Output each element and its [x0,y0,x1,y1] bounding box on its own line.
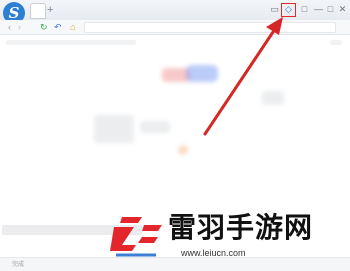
refresh-icon[interactable]: ↻ [40,21,48,33]
browser-tab[interactable] [30,3,46,19]
watermark-logo-icon [110,217,162,257]
highlight-box [281,3,296,17]
back-button[interactable]: ‹ [8,21,11,33]
watermark-url: www.leiucn.com [181,248,246,258]
address-bar[interactable] [84,22,336,33]
window-restore-icon[interactable]: □ [298,3,311,16]
close-icon[interactable]: ✕ [336,3,349,16]
home-icon[interactable]: ⌂ [70,21,75,33]
content-blob [178,145,188,155]
navigation-toolbar: ‹ › ↻ ↶ ⌂ [0,20,350,35]
undo-icon[interactable]: ↶ [54,21,62,33]
content-blob [186,65,218,82]
content-bar [6,40,136,45]
content-blob [262,91,284,105]
status-text: 完成 [12,262,25,268]
content-blob [140,121,170,133]
new-tab-button[interactable]: + [47,3,53,17]
forward-button[interactable]: › [18,21,21,33]
content-blob [94,115,134,143]
skin-icon[interactable]: ▭ [268,3,281,16]
title-bar: S + ▭ ◇ □ — □ ✕ [0,0,350,24]
status-bar: 完成 [0,257,350,271]
watermark-title: 雷羽手游网 [168,211,314,244]
content-bar [330,40,342,45]
